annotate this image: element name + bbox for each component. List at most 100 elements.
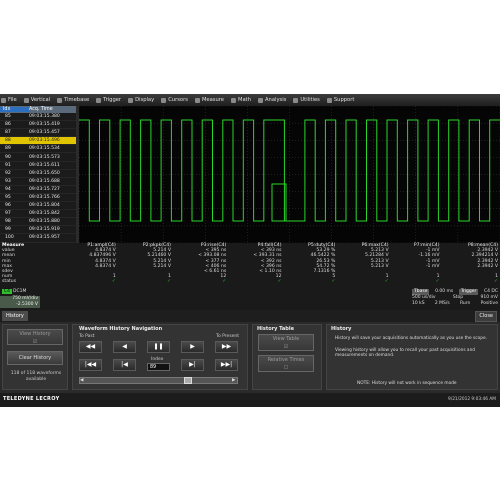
- history-row[interactable]: 93 09:03:15.688: [0, 178, 76, 186]
- menu-label: Cursors: [168, 97, 188, 103]
- menu-item-file[interactable]: File: [0, 97, 18, 103]
- trigger-icon: [96, 97, 102, 103]
- view-history-button[interactable]: View History ☑: [7, 329, 63, 345]
- history-row[interactable]: 97 09:03:15.842: [0, 210, 76, 219]
- status-check-icon: ✓: [494, 279, 498, 285]
- menu-bar: File Vertical Timebase Trigger Display Cursor…: [0, 94, 500, 106]
- menu-item-measure[interactable]: Measure: [194, 97, 225, 103]
- pause-icon: ❚❚: [153, 343, 164, 350]
- menu-item-display[interactable]: Display: [127, 97, 155, 103]
- history-row[interactable]: 87 09:03:15.457: [0, 129, 76, 138]
- waveform-display: [78, 105, 500, 244]
- step-forward-button[interactable]: ▶|: [181, 359, 204, 371]
- play-forward-button[interactable]: ▶: [181, 341, 204, 353]
- measure-icon: [194, 97, 200, 103]
- waveform-grid[interactable]: [78, 105, 500, 244]
- status-check-icon: ✓: [435, 279, 440, 285]
- clear-history-button[interactable]: Clear History: [7, 351, 63, 365]
- menu-label: Analysis: [264, 97, 287, 103]
- history-row[interactable]: 86 09:03:15.419: [0, 121, 76, 130]
- history-row[interactable]: 99 09:03:15.919: [0, 226, 76, 235]
- channel-info-strip: C4 DC1M 750 mV/div -2.5300 V Tbase 0.00 …: [0, 288, 500, 310]
- first-frame-icon: |◀◀: [84, 361, 97, 368]
- history-row[interactable]: 95 09:03:15.766: [0, 194, 76, 203]
- trigger-slope: Positive: [480, 301, 498, 306]
- history-index-header: Idx: [0, 107, 29, 112]
- step-back-icon: |◀: [121, 361, 128, 368]
- history-row[interactable]: 85 09:03:15.380: [0, 113, 76, 122]
- history-row[interactable]: 96 09:03:15.804: [0, 202, 76, 211]
- history-row[interactable]: 89 09:03:15.534: [0, 145, 76, 154]
- history-row-time: 09:03:15.919: [29, 227, 60, 233]
- history-row-time: 09:03:15.496: [29, 138, 60, 144]
- menu-label: Measure: [201, 97, 224, 103]
- fast-forward-button[interactable]: ▶▶: [215, 341, 238, 353]
- menu-item-math[interactable]: Math: [230, 97, 252, 103]
- timebase-icon: [57, 97, 63, 103]
- history-row-index: 97: [5, 211, 11, 217]
- menu-item-vertical[interactable]: Vertical: [23, 97, 51, 103]
- menu-label: Display: [135, 97, 155, 103]
- menu-label: Support: [333, 97, 355, 103]
- navigation-title: Waveform History Navigation: [79, 326, 163, 332]
- history-table-title: History Table: [257, 326, 294, 332]
- slider-left-icon: ◀: [80, 378, 84, 383]
- history-row[interactable]: 91 09:03:15.611: [0, 162, 76, 170]
- relative-times-button[interactable]: Relative Times ☐: [258, 355, 314, 372]
- step-back-button[interactable]: |◀: [113, 359, 136, 371]
- status-check-icon: ✓: [331, 279, 336, 285]
- close-button[interactable]: Close: [475, 311, 497, 322]
- history-row-index: 89: [5, 146, 11, 152]
- menu-item-timebase[interactable]: Timebase: [56, 97, 90, 103]
- view-table-button[interactable]: View Table ☑: [258, 334, 314, 351]
- timebase-trigger-descriptor[interactable]: Tbase 0.00 ms Trigger C4 DC 500 us/div S…: [412, 289, 498, 309]
- vertical-icon: [23, 97, 29, 103]
- index-input[interactable]: 89: [147, 363, 170, 371]
- history-row-index: 99: [5, 227, 11, 233]
- history-row[interactable]: 92 09:03:15.650: [0, 170, 76, 178]
- history-info-section: History History will save your acquisiti…: [326, 324, 498, 390]
- status-check-icon: ✓: [384, 279, 389, 285]
- file-icon: [1, 97, 6, 103]
- history-table-header: Idx Acq. Time: [0, 106, 76, 113]
- history-row[interactable]: 100 09:03:15.957: [0, 234, 76, 243]
- history-row-index: 98: [5, 219, 11, 225]
- slider-thumb[interactable]: [184, 377, 192, 384]
- timebase-rate: 2 MS/s: [434, 301, 450, 306]
- history-row[interactable]: 98 09:03:15.880: [0, 218, 76, 227]
- math-icon: [231, 97, 236, 103]
- status-check-icon: ✓: [167, 279, 171, 285]
- slider-right-icon: ▶: [232, 378, 236, 383]
- history-row-index: 96: [5, 203, 11, 209]
- play-backward-button[interactable]: ◀: [113, 341, 136, 353]
- history-row-time: 09:03:15.650: [29, 170, 60, 176]
- history-row-index: 87: [5, 130, 11, 136]
- menu-item-cursors[interactable]: Cursors: [160, 97, 189, 103]
- support-icon: [326, 97, 332, 103]
- tab-history[interactable]: History: [2, 311, 28, 321]
- menu-item-trigger[interactable]: Trigger: [95, 97, 122, 103]
- history-row-index: 92: [5, 170, 11, 176]
- channel-descriptor[interactable]: 750 mV/div -2.5300 V: [0, 296, 40, 308]
- history-time-header: Acq. Time: [29, 107, 53, 112]
- to-present-label: To Present: [216, 334, 240, 339]
- first-frame-button[interactable]: |◀◀: [79, 359, 102, 371]
- history-row[interactable]: 94 09:03:15.727: [0, 186, 76, 194]
- channel-badge[interactable]: C4: [2, 289, 13, 294]
- history-table-panel: Idx Acq. Time 85 09:03:15.380 86 09:03:15.4…: [0, 106, 76, 283]
- menu-item-utilities[interactable]: Utilities: [292, 97, 321, 103]
- menu-item-analysis[interactable]: Analysis: [257, 97, 287, 103]
- channel-coupling: DC1M: [13, 289, 27, 294]
- history-slider[interactable]: ◀ ▶: [79, 377, 238, 384]
- rewind-button[interactable]: ◀◀: [79, 341, 102, 353]
- history-row[interactable]: 90 09:03:15.573: [0, 153, 76, 162]
- menu-item-support[interactable]: Support: [326, 97, 356, 103]
- history-row-time: 09:03:15.957: [29, 235, 60, 241]
- history-row[interactable]: 88 09:03:15.496: [0, 137, 76, 146]
- waveform-count: 118 of 118 waveforms available: [10, 371, 62, 382]
- relative-times-checkbox-icon: ☐: [283, 365, 289, 371]
- rewind-icon: ◀◀: [85, 343, 96, 350]
- last-frame-button[interactable]: ▶▶|: [215, 359, 238, 371]
- pause-button[interactable]: ❚❚: [147, 341, 170, 353]
- history-row-index: 95: [5, 194, 11, 200]
